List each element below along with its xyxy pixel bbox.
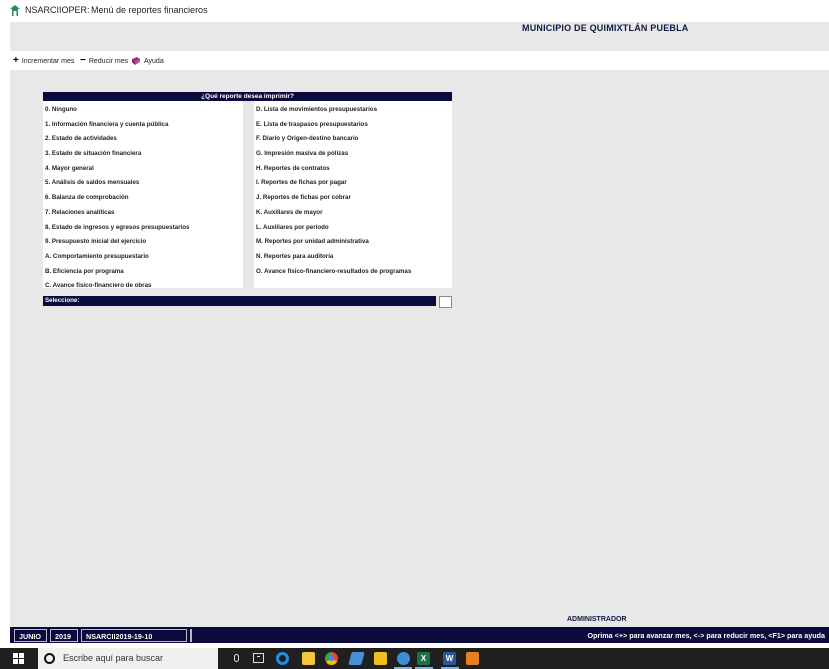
report-option[interactable]: J. Reportes de fichas por cobrar	[256, 191, 452, 206]
help-book-icon	[132, 57, 140, 65]
report-option[interactable]: 7. Relaciones analíticas	[45, 206, 241, 221]
increment-month-button[interactable]: + Incrementar mes	[13, 55, 74, 67]
status-bar: JUNIO 2019 NSARCII2019-19-10 Oprima <+> …	[10, 627, 829, 643]
app-icon-yellow[interactable]	[374, 652, 387, 665]
options-right-column: D. Lista de movimientos presupuestarios …	[256, 103, 452, 279]
taskbar-search-placeholder: Escribe aquí para buscar	[63, 653, 164, 663]
edge-browser-icon[interactable]	[276, 652, 289, 665]
header-band	[10, 22, 829, 51]
options-left-column: 0. Ninguno 1. Información financiera y c…	[45, 103, 241, 294]
decrement-month-label: Reducir mes	[88, 57, 129, 65]
windows-taskbar: Escribe aquí para buscar X W	[0, 648, 829, 669]
plus-icon: +	[13, 55, 19, 66]
report-option[interactable]: B. Eficiencia por programa	[45, 265, 241, 280]
report-option[interactable]: F. Diario y Origen-destino bancario	[256, 132, 452, 147]
title-bar: NSARCIIOPER: Menú de reportes financiero…	[0, 0, 829, 22]
status-year: 2019	[50, 629, 78, 642]
select-prompt: Seleccione:	[43, 296, 436, 306]
file-explorer-icon[interactable]	[302, 652, 315, 665]
dialog-title: ¿Qué reporte desea imprimir?	[43, 92, 452, 101]
report-option[interactable]: N. Reportes para auditoría	[256, 250, 452, 265]
report-option[interactable]: E. Lista de traspasos presupuestarios	[256, 118, 452, 133]
report-option[interactable]: M. Reportes por unidad administrativa	[256, 235, 452, 250]
report-option[interactable]: 5. Análisis de saldos mensuales	[45, 176, 241, 191]
report-option[interactable]: 8. Estado de ingresos y egresos presupue…	[45, 221, 241, 236]
increment-month-label: Incrementar mes	[21, 57, 75, 65]
report-menu-dialog: ¿Qué reporte desea imprimir? 0. Ninguno …	[43, 92, 452, 310]
report-option[interactable]: C. Avance físico-financiero de obras	[45, 279, 241, 294]
report-option[interactable]: O. Avance físico-financiero-resultados d…	[256, 265, 452, 280]
cortana-icon	[44, 653, 55, 664]
report-option[interactable]: 2. Estado de actividades	[45, 132, 241, 147]
report-option[interactable]: 1. Información financiera y cuenta públi…	[45, 118, 241, 133]
status-database: NSARCII2019-19-10	[81, 629, 187, 642]
selection-input[interactable]	[439, 296, 452, 308]
decrement-month-button[interactable]: − Reducir mes	[80, 55, 128, 67]
microphone-icon[interactable]	[234, 654, 239, 662]
status-divider	[190, 629, 192, 642]
window-title: Menú de reportes financieros	[91, 5, 208, 15]
status-month: JUNIO	[14, 629, 47, 642]
column-separator	[243, 101, 254, 288]
report-option[interactable]: K. Auxiliares de mayor	[256, 206, 452, 221]
app-logo-icon	[10, 5, 20, 16]
toolbar: + Incrementar mes − Reducir mes Ayuda	[0, 51, 829, 70]
dialog-options: 0. Ninguno 1. Información financiera y c…	[43, 101, 452, 289]
app-name: NSARCIIOPER:	[25, 5, 90, 15]
chrome-icon[interactable]	[325, 652, 338, 665]
report-option[interactable]: I. Reportes de fichas por pagar	[256, 176, 452, 191]
report-option[interactable]: G. Impresión masiva de pólizas	[256, 147, 452, 162]
report-option[interactable]: 4. Mayor general	[45, 162, 241, 177]
report-option[interactable]: 6. Balanza de comprobación	[45, 191, 241, 206]
minus-icon: −	[80, 55, 86, 66]
report-option[interactable]: 0. Ninguno	[45, 103, 241, 118]
help-label: Ayuda	[144, 57, 164, 65]
orange-app-icon[interactable]	[466, 652, 479, 665]
taskbar-search[interactable]: Escribe aquí para buscar	[38, 648, 218, 669]
help-button[interactable]: Ayuda	[131, 55, 164, 67]
report-option[interactable]: L. Auxiliares por periodo	[256, 221, 452, 236]
report-option[interactable]: 9. Presupuesto inicial del ejercicio	[45, 235, 241, 250]
word-icon[interactable]: W	[443, 652, 456, 665]
current-user: ADMINISTRADOR	[567, 616, 627, 623]
report-option[interactable]: A. Comportamiento presupuestario	[45, 250, 241, 265]
excel-icon[interactable]: X	[417, 652, 430, 665]
windows-start-icon[interactable]	[13, 653, 24, 664]
task-view-icon[interactable]	[253, 653, 264, 663]
report-option[interactable]: D. Lista de movimientos presupuestarios	[256, 103, 452, 118]
network-app-icon[interactable]	[397, 652, 410, 665]
keyboard-help-text: Oprima <+> para avanzar mes, <-> para re…	[587, 631, 825, 640]
municipality-name: MUNICIPIO DE QUIMIXTLÁN PUEBLA	[522, 23, 689, 33]
report-option[interactable]: 3. Estado de situación financiera	[45, 147, 241, 162]
report-option[interactable]: H. Reportes de contratos	[256, 162, 452, 177]
app-icon-blue[interactable]	[348, 652, 365, 665]
